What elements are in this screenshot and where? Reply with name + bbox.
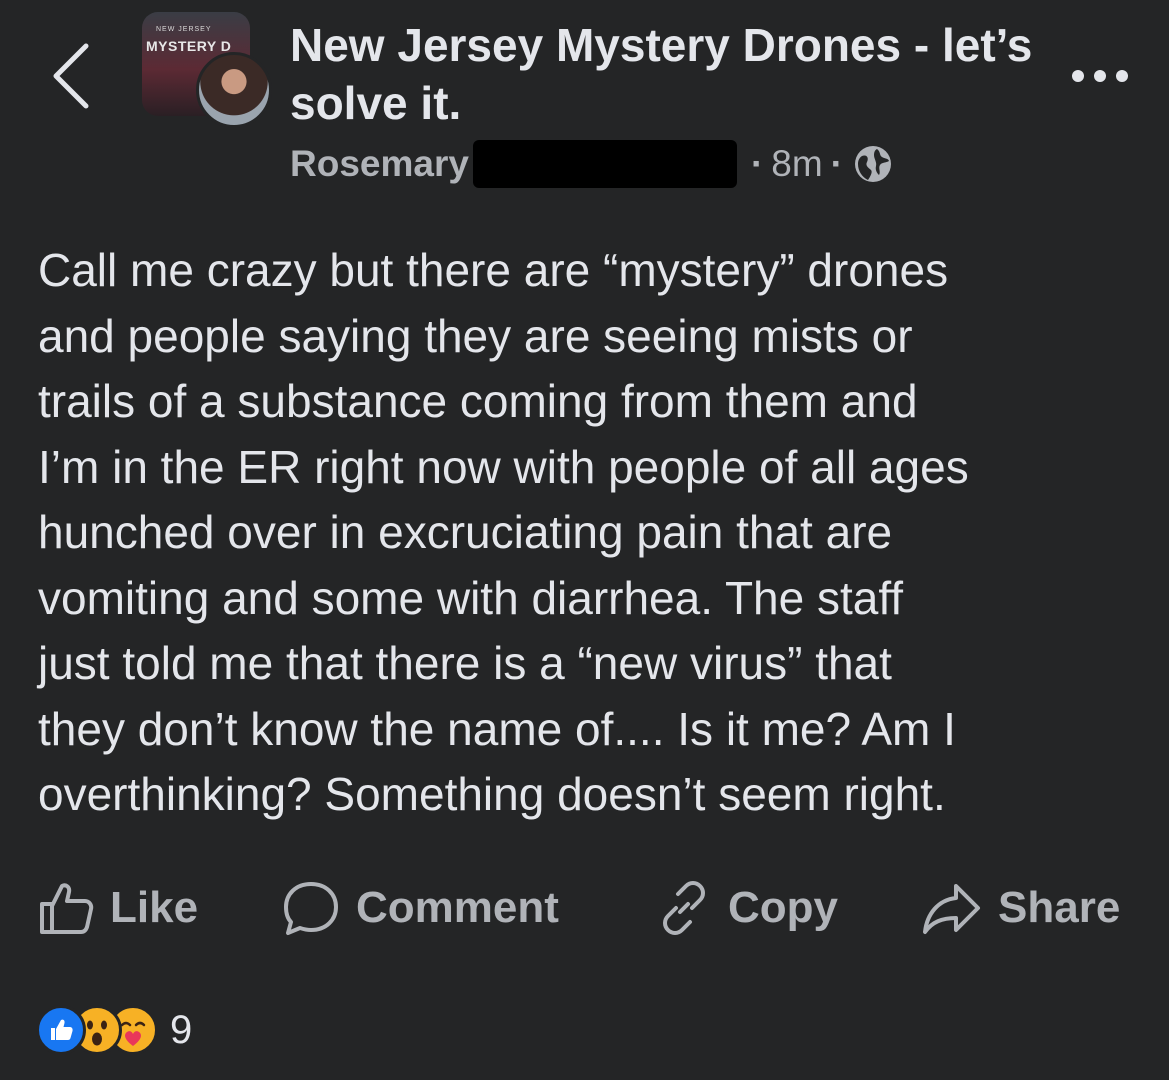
thumbs-up-icon [40, 883, 94, 934]
reactions-summary[interactable]: 9 [36, 1004, 192, 1056]
copy-link-button[interactable]: Copy [654, 876, 838, 940]
like-button[interactable]: Like [36, 876, 198, 940]
author-name[interactable]: Rosemary [290, 143, 469, 185]
chevron-left-icon [53, 43, 89, 109]
comment-button[interactable]: Comment [280, 876, 559, 940]
copy-label: Copy [728, 883, 838, 932]
like-icon [36, 1005, 86, 1055]
user-avatar[interactable] [196, 52, 272, 128]
share-button[interactable]: Share [920, 876, 1120, 940]
group-title[interactable]: New Jersey Mystery Drones - let’s solve … [290, 16, 1050, 132]
comment-bubble-icon [284, 882, 338, 935]
more-options-button[interactable] [1068, 56, 1132, 96]
post-text: Call me crazy but there are “mystery” dr… [38, 244, 969, 820]
post-action-bar: Like Comment Copy Share [36, 876, 1136, 940]
group-avatar-small-text: NEW JERSEY [156, 26, 212, 33]
share-arrow-icon [923, 884, 980, 934]
more-dots-icon [1072, 70, 1128, 82]
reaction-count: 9 [170, 1007, 193, 1052]
meta-separator: · [750, 143, 764, 184]
share-label: Share [998, 883, 1121, 932]
comment-label: Comment [356, 883, 559, 932]
like-label: Like [110, 883, 199, 932]
group-avatar-big-text: MYSTERY D [146, 38, 232, 54]
link-icon [663, 881, 705, 935]
meta-separator: · [830, 143, 843, 184]
redacted-name-block [472, 140, 737, 188]
post-timestamp[interactable]: 8m [771, 143, 822, 185]
back-button[interactable] [46, 40, 96, 110]
globe-icon [853, 144, 893, 184]
post-avatar[interactable]: NEW JERSEY MYSTERY D [142, 12, 272, 128]
post-meta: Rosemary · 8m · [290, 140, 893, 188]
